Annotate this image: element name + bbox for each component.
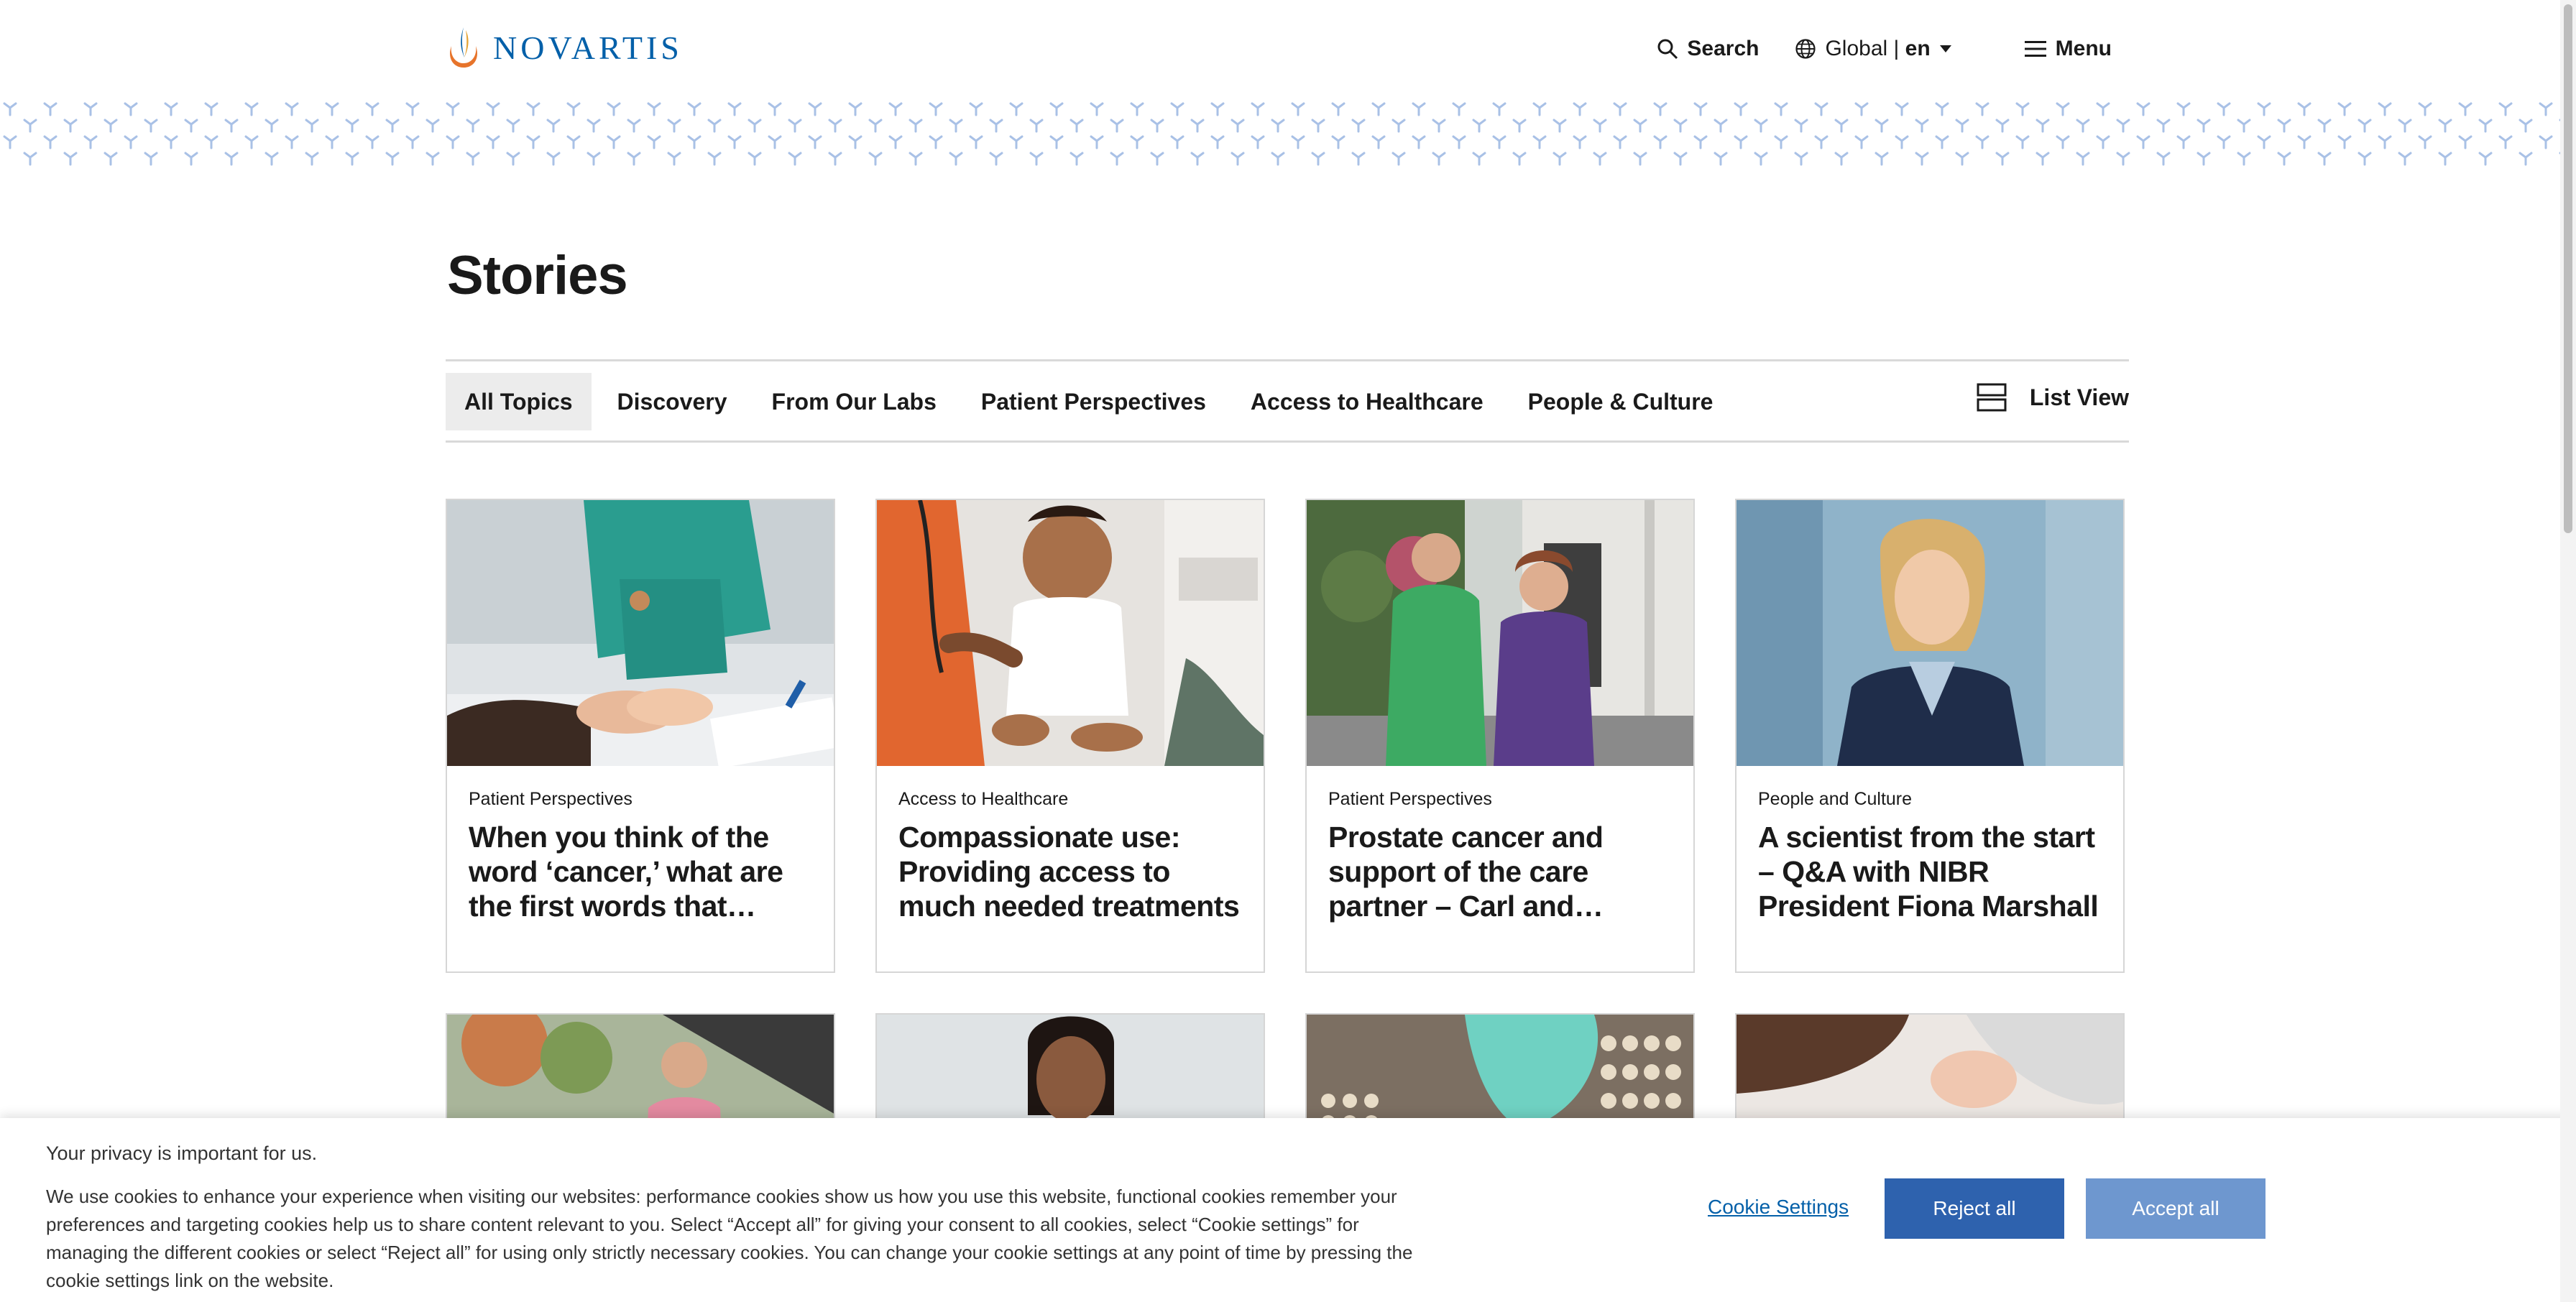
story-image-fiona-marshall-portrait [1736, 500, 2123, 766]
tab-all-topics[interactable]: All Topics [446, 373, 592, 430]
story-title[interactable]: A scientist from the start – Q&A with NI… [1758, 820, 2102, 923]
story-card[interactable]: Patient Perspectives Prostate cancer and… [1305, 499, 1695, 973]
site-header: NOVARTIS Search Global | en Menu [0, 0, 2576, 101]
menu-button[interactable]: Menu [2024, 37, 2112, 61]
list-view-toggle[interactable]: List View [1977, 383, 2129, 412]
tripod-pattern [0, 101, 2576, 167]
story-category: Patient Perspectives [469, 789, 632, 809]
story-card[interactable]: Patient Perspectives When you think of t… [446, 499, 835, 973]
story-meta: Patient Perspectives When you think of t… [447, 766, 834, 923]
topic-tabs: All Topics Discovery From Our Labs Patie… [446, 373, 1739, 430]
search-label: Search [1687, 37, 1760, 60]
story-meta: Access to Healthcare Compassionate use: … [877, 766, 1264, 923]
reject-all-button[interactable]: Reject all [1885, 1178, 2064, 1239]
tab-patient-perspectives[interactable]: Patient Perspectives [962, 373, 1225, 430]
caret-down-icon [1939, 45, 1951, 52]
search-icon [1657, 39, 1678, 60]
page-title: Stories [447, 245, 628, 306]
brand-name: NOVARTIS [493, 29, 683, 66]
story-category: Patient Perspectives [1328, 789, 1492, 809]
page-scrollbar[interactable] [2560, 0, 2576, 1302]
tab-people-culture[interactable]: People & Culture [1509, 373, 1732, 430]
cookie-settings-link[interactable]: Cookie Settings [1708, 1196, 1849, 1219]
cookie-heading: Your privacy is important for us. [46, 1142, 318, 1164]
region-language-selector[interactable]: Global | en [1795, 37, 1951, 61]
globe-icon [1795, 39, 1816, 59]
list-view-label: List View [2029, 384, 2129, 410]
tab-from-our-labs[interactable]: From Our Labs [753, 373, 955, 430]
story-image-doctor-holding-hands [447, 500, 834, 766]
decorative-pattern-band [0, 101, 2576, 167]
region-label: Global | en [1825, 37, 1931, 60]
search-button[interactable]: Search [1657, 37, 1759, 61]
story-title[interactable]: When you think of the word ‘cancer,’ wha… [469, 820, 812, 923]
cookie-consent-banner: Your privacy is important for us. We use… [0, 1118, 2576, 1302]
cookie-description: We use cookies to enhance your experienc… [46, 1186, 1413, 1291]
story-card[interactable]: People and Culture A scientist from the … [1735, 499, 2125, 973]
accept-all-button[interactable]: Accept all [2086, 1178, 2266, 1239]
story-category: Access to Healthcare [898, 789, 1069, 809]
story-title[interactable]: Prostate cancer and sup­port of the care… [1328, 820, 1672, 923]
hamburger-menu-icon [2024, 41, 2046, 57]
story-category: People and Culture [1758, 789, 1913, 809]
language-code: en [1905, 37, 1931, 60]
tab-discovery[interactable]: Discovery [599, 373, 746, 430]
story-image-baby-with-doctor [877, 500, 1264, 766]
menu-label: Menu [2055, 37, 2112, 60]
tab-access-to-healthcare[interactable]: Access to Healthcare [1232, 373, 1502, 430]
novartis-logo[interactable]: NOVARTIS [446, 26, 683, 69]
novartis-flame-icon [449, 27, 478, 68]
list-view-icon [1977, 383, 2007, 412]
story-card[interactable]: Access to Healthcare Compassionate use: … [875, 499, 1265, 973]
story-meta: Patient Perspectives Prostate cancer and… [1307, 766, 1693, 923]
story-title[interactable]: Compassionate use: Providing access to m… [898, 820, 1242, 923]
topic-filter-bar: All Topics Discovery From Our Labs Patie… [446, 359, 2129, 443]
story-image-couple-outside-house [1307, 500, 1693, 766]
story-meta: People and Culture A scientist from the … [1736, 766, 2123, 923]
header-tools: Search Global | en Menu [1657, 32, 2112, 66]
scrollbar-thumb[interactable] [2564, 4, 2572, 533]
